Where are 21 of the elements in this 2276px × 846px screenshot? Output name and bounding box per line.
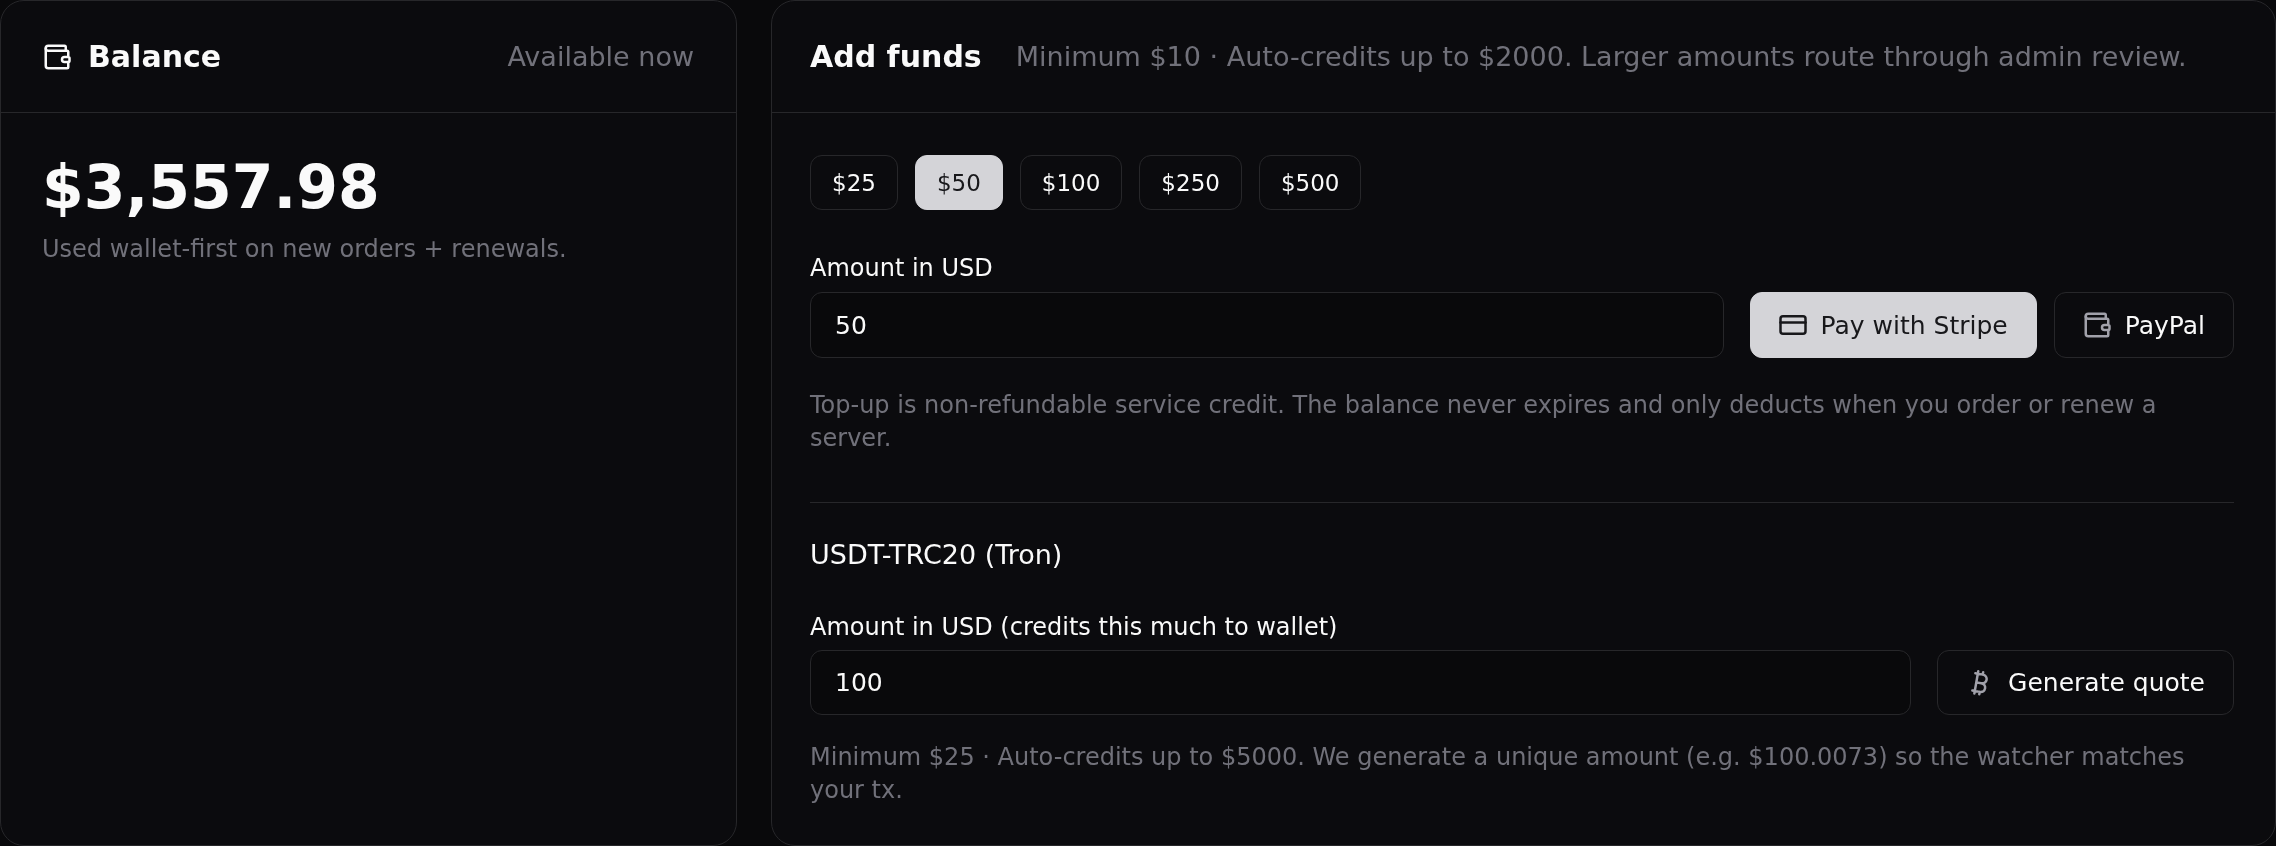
preset-amount-button[interactable]: $100 [1019,155,1123,210]
payment-button[interactable]: Pay with Stripe [1749,292,2037,358]
help-text: Top-up is non-refundable service credit. The balance never expires and only deducts when you order or renew a server. [810,390,2158,454]
generate-quote-button[interactable]: Generate quote [1937,650,2234,715]
amount-input[interactable]: 50 [810,292,1724,358]
help-text: Minimum $25 · Auto-credits up to $5000. We generate a unique amount (e.g. $100.0073) so the watcher matches your tx. [810,742,2186,806]
card-title: Add funds [810,37,982,76]
balance-amount: $3,557.98 [42,151,381,223]
amount-input[interactable]: 100 [810,650,1912,715]
section-title: USDT-TRC20 (Tron) [810,538,1064,572]
status-text: Available now [507,39,694,74]
help-text: Used wallet-first on new orders + renewals. [42,234,568,265]
preset-amount-button[interactable]: $25 [810,155,898,210]
preset-amount-button[interactable]: $500 [1258,155,1362,210]
card-title: Balance [88,37,222,76]
preset-amount-button[interactable]: $50 [914,155,1003,210]
payment-button[interactable]: PayPal [2053,292,2234,358]
subtitle-text: Minimum $10 · Auto-credits up to $2000. Larger amounts route through admin review. [1015,39,2187,74]
preset-amount-button[interactable]: $250 [1139,155,1242,210]
field-label: Amount in USD (credits this much to wallet) [810,612,1339,643]
field-label: Amount in USD [810,253,994,284]
